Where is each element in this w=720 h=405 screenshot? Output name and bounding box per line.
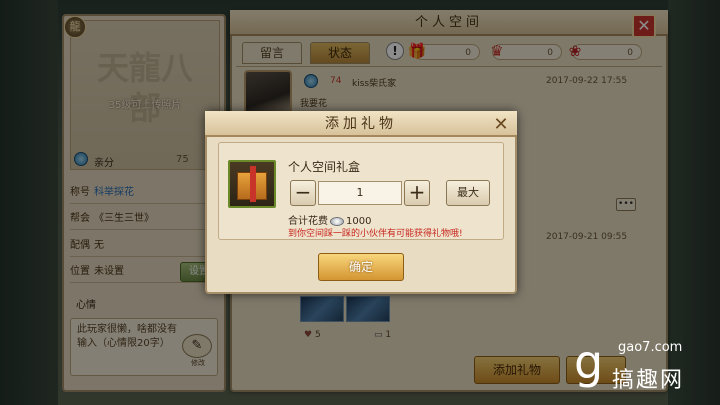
close-icon[interactable]: ✕ <box>490 114 512 136</box>
watermark-logo: g <box>574 335 604 389</box>
max-quantity-button[interactable]: 最大 <box>446 180 490 206</box>
silver-coin-icon <box>330 216 344 226</box>
gift-box-icon <box>228 160 276 208</box>
watermark-name: 搞趣网 <box>612 368 685 393</box>
gift-item-name: 个人空间礼盒 <box>288 160 361 174</box>
gift-hint: 到你空间踩一踩的小伙伴有可能获得礼物哦! <box>288 229 463 239</box>
confirm-button[interactable]: 确定 <box>318 253 404 281</box>
watermark-domain: gao7.com <box>618 340 683 355</box>
quantity-input[interactable]: 1 <box>318 181 402 205</box>
increase-quantity-button[interactable]: + <box>404 180 430 206</box>
total-cost: 合计花费 1000 <box>288 212 371 227</box>
decrease-quantity-button[interactable]: − <box>290 180 316 206</box>
dialog-title: 添加礼物 <box>205 111 517 137</box>
